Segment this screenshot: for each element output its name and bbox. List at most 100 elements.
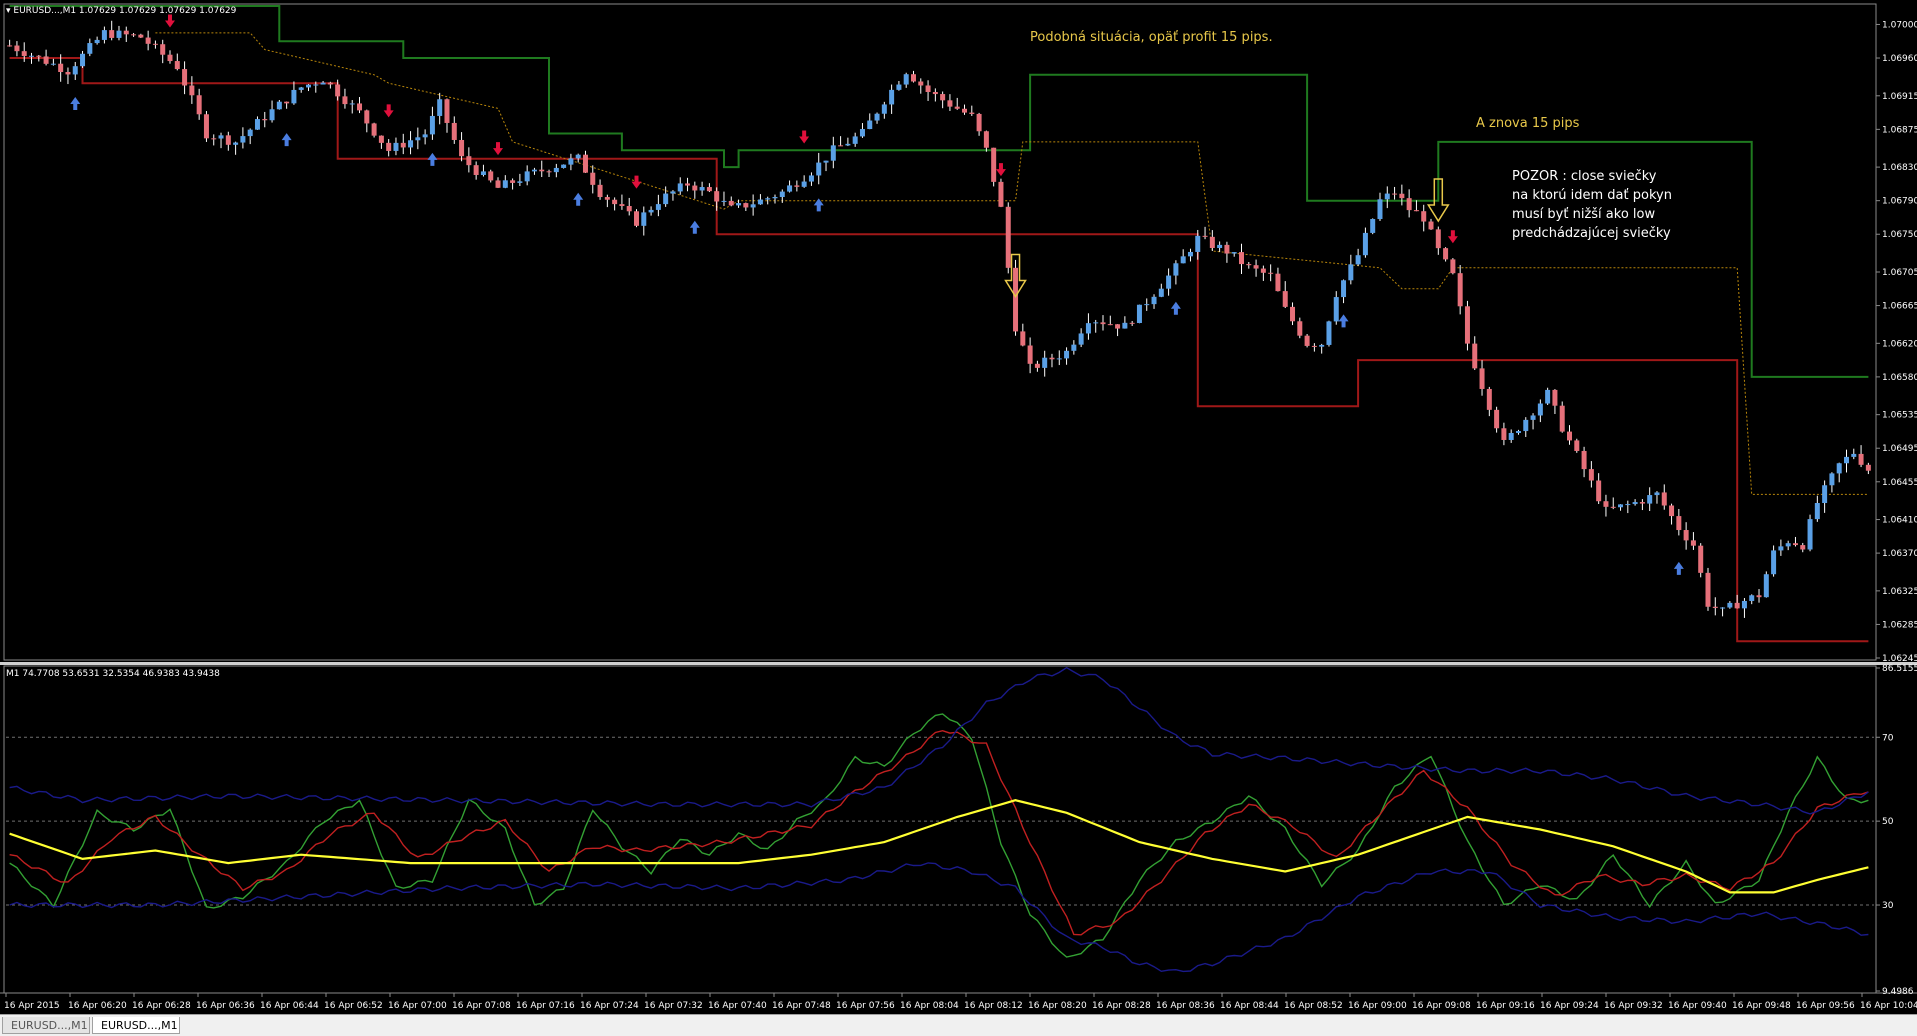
candle-body (612, 199, 618, 205)
candle-body (1851, 453, 1857, 457)
candle-body (1858, 453, 1864, 465)
candle (1326, 320, 1332, 347)
candle-body (218, 135, 224, 139)
candle-body (1107, 324, 1113, 326)
candle-body (889, 89, 895, 105)
candle-body (626, 206, 632, 212)
candle-body (1100, 322, 1106, 325)
candle (1370, 218, 1376, 235)
candle-body (1443, 248, 1449, 260)
candle-body (313, 84, 319, 86)
candle-body (1537, 403, 1543, 416)
candle-body (582, 154, 588, 173)
candle-body (1508, 432, 1514, 440)
candle-body (1151, 296, 1157, 305)
candle-body (925, 85, 931, 92)
time-tick-label: 16 Apr 07:40 (708, 1001, 767, 1011)
candle-body (539, 169, 545, 172)
time-tick-label: 16 Apr 07:56 (836, 1001, 895, 1011)
candle-body (546, 171, 552, 173)
candle-body (1428, 221, 1434, 230)
candle-body (109, 30, 115, 38)
candle (1705, 567, 1711, 611)
candle-body (787, 185, 793, 192)
candle-body (830, 145, 836, 161)
candle-body (1778, 546, 1784, 551)
candle-body (1406, 198, 1412, 211)
candle-body (1238, 252, 1244, 265)
candle (1807, 514, 1813, 552)
candle-body (1093, 322, 1099, 324)
candle-body (998, 181, 1004, 207)
candle-body (364, 110, 370, 124)
candle-body (189, 85, 195, 96)
candle-body (131, 34, 137, 36)
candle-body (320, 82, 326, 85)
candle (561, 164, 567, 169)
candle-body (21, 51, 27, 56)
candle-body (80, 53, 86, 67)
candle-body (371, 123, 377, 136)
price-tick-label: 1.06580 (1882, 373, 1917, 383)
chart-tab-1[interactable]: EURUSD...,M1 (2, 1017, 90, 1034)
candle (1005, 202, 1011, 274)
candle-body (1129, 322, 1135, 324)
candle-body (1377, 199, 1383, 220)
candle-body (655, 204, 661, 210)
price-tick-label: 1.06830 (1882, 163, 1917, 173)
time-tick-label: 16 Apr 07:48 (772, 1001, 831, 1011)
chart-tab-2[interactable]: EURUSD...,M1 (92, 1017, 180, 1034)
candle-body (663, 193, 669, 205)
candle-body (648, 209, 654, 213)
candle-body (677, 183, 683, 192)
candle-body (1158, 288, 1164, 297)
candle-body (1027, 345, 1033, 364)
time-tick-label: 16 Apr 06:44 (260, 1001, 319, 1011)
candle-body (721, 200, 727, 202)
candle-body (1515, 431, 1521, 433)
candle-body (1530, 415, 1536, 420)
candle-body (357, 103, 363, 111)
candle-body (50, 63, 56, 65)
time-tick-label: 16 Apr 06:52 (324, 1001, 383, 1011)
candle (1304, 334, 1310, 348)
candle-body (1246, 264, 1252, 266)
candle-body (1260, 268, 1266, 273)
candle-body (1552, 389, 1558, 406)
oscillator-tick-label: 50 (1882, 817, 1894, 827)
candle-body (393, 142, 399, 151)
candle-body (1231, 252, 1237, 254)
candle-body (983, 131, 989, 148)
candle-body (72, 66, 78, 75)
candle-body (553, 167, 559, 173)
candle-body (794, 185, 800, 187)
candle-body (1669, 505, 1675, 517)
time-tick-label: 16 Apr 06:36 (196, 1001, 255, 1011)
candle-body (976, 113, 982, 132)
candle-body (706, 187, 712, 192)
candle-body (1567, 431, 1573, 441)
time-tick-label: 16 Apr 06:28 (132, 1001, 191, 1011)
candle-body (444, 99, 450, 123)
candle-body (1822, 485, 1828, 504)
panel-splitter[interactable] (0, 662, 1917, 665)
candle-body (254, 119, 260, 130)
candle-body (196, 95, 202, 115)
chart-canvas[interactable]: 1.07000 1.06960 1.06915 1.06875 1.06830 1.067… (0, 0, 1917, 1014)
candle-body (1187, 251, 1193, 257)
candle-body (1741, 600, 1747, 609)
candle-body (867, 120, 873, 130)
candle-body (1734, 602, 1740, 609)
candle-body (291, 89, 297, 104)
candle-body (1282, 291, 1288, 307)
candle-body (1559, 405, 1565, 432)
candle-body (699, 187, 705, 191)
candle-body (1333, 297, 1339, 322)
candle-body (670, 191, 676, 194)
candle-body (473, 165, 479, 175)
price-tick-label: 1.06455 (1882, 478, 1917, 488)
candle-body (910, 74, 916, 82)
price-tick-label: 1.06410 (1882, 516, 1917, 526)
candle-body (1574, 440, 1580, 451)
candle-body (408, 140, 414, 148)
